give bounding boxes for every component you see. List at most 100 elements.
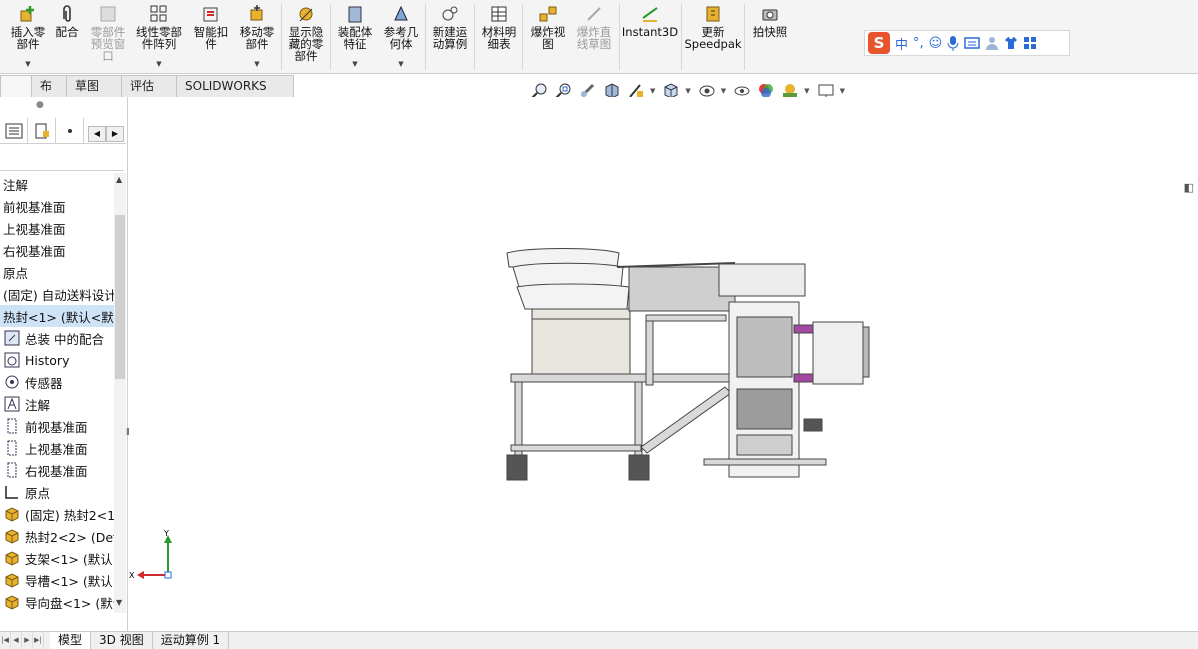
bom-label: 材料明 细表 [481, 25, 517, 51]
shirt-icon[interactable] [1004, 36, 1018, 50]
tree-item[interactable]: 总装 中的配合 [0, 327, 114, 349]
new-motion-study-button[interactable]: 新建运 动算例 [428, 2, 472, 72]
tree-item[interactable]: 原点 [0, 261, 114, 283]
reference-geometry-icon [394, 5, 408, 21]
origin-icon [3, 483, 21, 501]
tree-item-label: 总装 中的配合 [25, 331, 104, 347]
tree-item[interactable]: 上视基准面 [0, 217, 114, 239]
tree-item[interactable]: History [0, 349, 114, 371]
bom-button[interactable]: 材料明 细表 [478, 2, 520, 72]
heat-seal-machine [703, 263, 870, 478]
explode-line-sketch-button[interactable]: 爆炸直 线草图 [572, 2, 616, 72]
tree-item[interactable]: 前视基准面 [0, 415, 114, 437]
instant3d-icon [642, 7, 658, 22]
user-icon[interactable] [985, 36, 999, 50]
tree-scrollbar[interactable]: ▲ ▼ [114, 173, 126, 613]
tree-item[interactable]: 右视基准面 [0, 459, 114, 481]
last-tab-icon[interactable]: ▶| [33, 632, 44, 649]
tab-assembly[interactable] [0, 75, 32, 97]
property-manager-tab-icon[interactable] [28, 118, 56, 143]
chevron-down-icon[interactable]: ▼ [116, 598, 122, 607]
tree-item[interactable]: 导槽<1> (默认< [0, 569, 114, 591]
tab-model[interactable]: 模型 [50, 632, 92, 649]
chevron-right-icon[interactable]: ▶ [106, 126, 124, 142]
ime-punctuation-toggle[interactable]: °, [913, 36, 924, 51]
tab-evaluate[interactable]: 评估 [121, 75, 177, 97]
exploded-view-button[interactable]: 爆炸视 图 [526, 2, 570, 72]
tab-solidworks-mbd[interactable]: SOLIDWORKS MBD [176, 75, 294, 113]
ime-toolbar: S 中 °, ☺ [864, 30, 1070, 56]
assembly-model[interactable] [129, 97, 1198, 631]
ime-mode-toggle[interactable]: 中 [895, 34, 908, 53]
tab-sketch[interactable]: 草图 [66, 75, 122, 97]
chevron-left-icon[interactable]: ◀ [88, 126, 106, 142]
next-tab-icon[interactable]: ▶ [22, 632, 33, 649]
emoji-icon[interactable]: ☺ [929, 36, 943, 51]
ribbon-separator [281, 4, 282, 70]
reference-geometry-button[interactable]: 参考几 何体 ▼ [380, 2, 422, 72]
tree-item[interactable]: 热封2<2> (Def [0, 525, 114, 547]
coordinate-triad: Y X [129, 529, 172, 580]
task-pane-toggle-icon[interactable]: ◧ [1184, 181, 1194, 194]
solidworks-window: 插入零 部件 ▼ 配合 零部件 预览窗 口 线性零部 件阵列 ▼ 智能扣 件 移… [0, 0, 1198, 649]
chevron-down-icon[interactable]: ▼ [840, 87, 845, 95]
tree-item[interactable]: 注解 [0, 173, 114, 195]
tab-motion-study[interactable]: 运动算例 1 [153, 632, 230, 649]
scrollbar-thumb[interactable] [115, 215, 125, 379]
vibratory-bowl [506, 248, 631, 375]
move-component-button[interactable]: 移动零 部件 ▼ [236, 2, 278, 72]
linear-pattern-button[interactable]: 线性零部 件阵列 ▼ [132, 2, 186, 72]
tree-filter-area[interactable] [0, 145, 124, 171]
assembly-features-button[interactable]: 装配体 特征 ▼ [334, 2, 376, 72]
chevron-down-icon[interactable]: ▼ [685, 87, 690, 95]
manager-tab-scroll: ◀ ▶ [88, 126, 124, 142]
tree-item[interactable]: 上视基准面 [0, 437, 114, 459]
tree-item[interactable]: 右视基准面 [0, 239, 114, 261]
panel-collapse-handle[interactable]: ● [36, 100, 44, 110]
chevron-down-icon[interactable]: ▼ [650, 87, 655, 95]
tree-item-label: 热封2<2> (Def [25, 529, 114, 545]
chevron-up-icon[interactable]: ▲ [116, 175, 122, 184]
keyboard-icon[interactable] [964, 37, 980, 49]
tree-item[interactable]: 前视基准面 [0, 195, 114, 217]
insert-components-button[interactable]: 插入零 部件 ▼ [6, 2, 50, 72]
tree-item[interactable]: (固定) 热封2<1 [0, 503, 114, 525]
chevron-down-icon[interactable]: ▼ [398, 60, 403, 68]
tree-item[interactable]: 注解 [0, 393, 114, 415]
tree-item[interactable]: 原点 [0, 481, 114, 503]
smart-fasteners-button[interactable]: 智能扣 件 [190, 2, 232, 72]
instant3d-button[interactable]: Instant3D [622, 2, 678, 72]
chevron-down-icon[interactable]: ▼ [25, 60, 30, 68]
chevron-down-icon[interactable]: ▼ [254, 60, 259, 68]
tree-item[interactable]: 传感器 [0, 371, 114, 393]
update-speedpak-button[interactable]: 更新 Speedpak [684, 2, 742, 72]
tab-layout[interactable]: 布局 [31, 75, 67, 113]
ribbon-separator [522, 4, 523, 70]
mates-icon [3, 329, 21, 347]
microphone-icon[interactable] [947, 35, 959, 51]
chevron-down-icon[interactable]: ▼ [352, 60, 357, 68]
show-hidden-components-button[interactable]: 显示隐 藏的零 部件 [284, 2, 328, 72]
tree-item[interactable]: 支架<1> (默认< [0, 547, 114, 569]
tab-3d-views[interactable]: 3D 视图 [91, 632, 153, 649]
mate-button[interactable]: 配合 [52, 2, 82, 72]
bottom-tab-bar: |◀ ◀ ▶ ▶| 模型 3D 视图 运动算例 1 [0, 631, 1198, 649]
grid-icon[interactable] [1023, 36, 1037, 50]
component-preview-button[interactable]: 零部件 预览窗 口 [86, 2, 130, 72]
exploded-view-icon [539, 6, 557, 22]
tree-item[interactable]: 热封<1> (默认<默认 [0, 305, 114, 327]
first-tab-icon[interactable]: |◀ [0, 632, 11, 649]
previous-tab-icon[interactable]: ◀ [11, 632, 22, 649]
chevron-down-icon[interactable]: ▼ [156, 60, 161, 68]
chevron-down-icon[interactable]: ▼ [804, 87, 809, 95]
feature-manager-tab-icon[interactable] [0, 118, 28, 143]
tree-item[interactable]: 导向盘<1> (默认 [0, 591, 114, 613]
tree-item[interactable]: (固定) 自动送料设计 [0, 283, 114, 305]
mate-label: 配合 [55, 25, 79, 39]
part-icon [3, 549, 21, 567]
graphics-area[interactable]: Y X ◧ [129, 97, 1198, 631]
chevron-down-icon[interactable]: ▼ [721, 87, 726, 95]
snapshot-button[interactable]: 拍快照 [748, 2, 792, 72]
configuration-manager-tab-icon[interactable] [56, 118, 84, 143]
sogou-logo[interactable]: S [868, 32, 890, 54]
